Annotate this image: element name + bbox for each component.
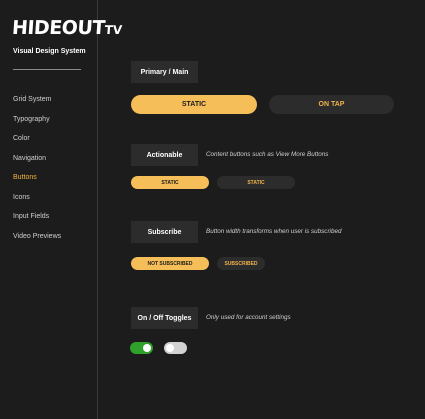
toggle-knob-icon bbox=[143, 344, 151, 352]
actionable-tap-button[interactable]: STATIC bbox=[217, 176, 295, 189]
logo-main-text: HIDEOUT bbox=[11, 17, 106, 39]
not-subscribed-button[interactable]: NOT SUBSCRIBED bbox=[131, 257, 209, 270]
primary-static-button[interactable]: STATIC bbox=[131, 95, 257, 114]
sidebar-nav: Grid System Typography Color Navigation … bbox=[13, 95, 61, 251]
subscribed-button[interactable]: SUBSCRIBED bbox=[217, 257, 265, 270]
sidebar-item-input-fields[interactable]: Input Fields bbox=[13, 212, 61, 232]
sidebar-item-navigation[interactable]: Navigation bbox=[13, 154, 61, 174]
primary-on-tap-button[interactable]: ON TAP bbox=[269, 95, 394, 114]
toggle-switch-off[interactable] bbox=[164, 342, 187, 354]
toggles-description: Only used for account settings bbox=[206, 314, 291, 321]
sidebar-item-buttons[interactable]: Buttons bbox=[13, 173, 61, 193]
actionable-description: Content buttons such as View More Button… bbox=[206, 151, 329, 158]
sidebar-item-video-previews[interactable]: Video Previews bbox=[13, 232, 61, 252]
primary-section-title: Primary / Main bbox=[131, 61, 198, 83]
sidebar-item-color[interactable]: Color bbox=[13, 134, 61, 154]
toggles-section-title: On / Off Toggles bbox=[131, 307, 198, 329]
actionable-section-title: Actionable bbox=[131, 144, 198, 166]
sidebar-item-grid-system[interactable]: Grid System bbox=[13, 95, 61, 115]
sidebar-item-icons[interactable]: Icons bbox=[13, 193, 61, 213]
main-content: Primary / Main STATIC ON TAP Actionable … bbox=[99, 0, 425, 419]
toggle-knob-icon bbox=[166, 344, 174, 352]
subscribe-section-title: Subscribe bbox=[131, 221, 198, 243]
sidebar-divider bbox=[13, 69, 81, 70]
sidebar-item-typography[interactable]: Typography bbox=[13, 115, 61, 135]
subscribe-description: Button width transforms when user is sub… bbox=[206, 228, 342, 235]
site-subtitle: Visual Design System bbox=[13, 48, 86, 55]
toggle-switch-on[interactable] bbox=[130, 342, 153, 354]
actionable-static-button[interactable]: STATIC bbox=[131, 176, 209, 189]
sidebar: HIDEOUTTV Visual Design System Grid Syst… bbox=[0, 0, 123, 419]
